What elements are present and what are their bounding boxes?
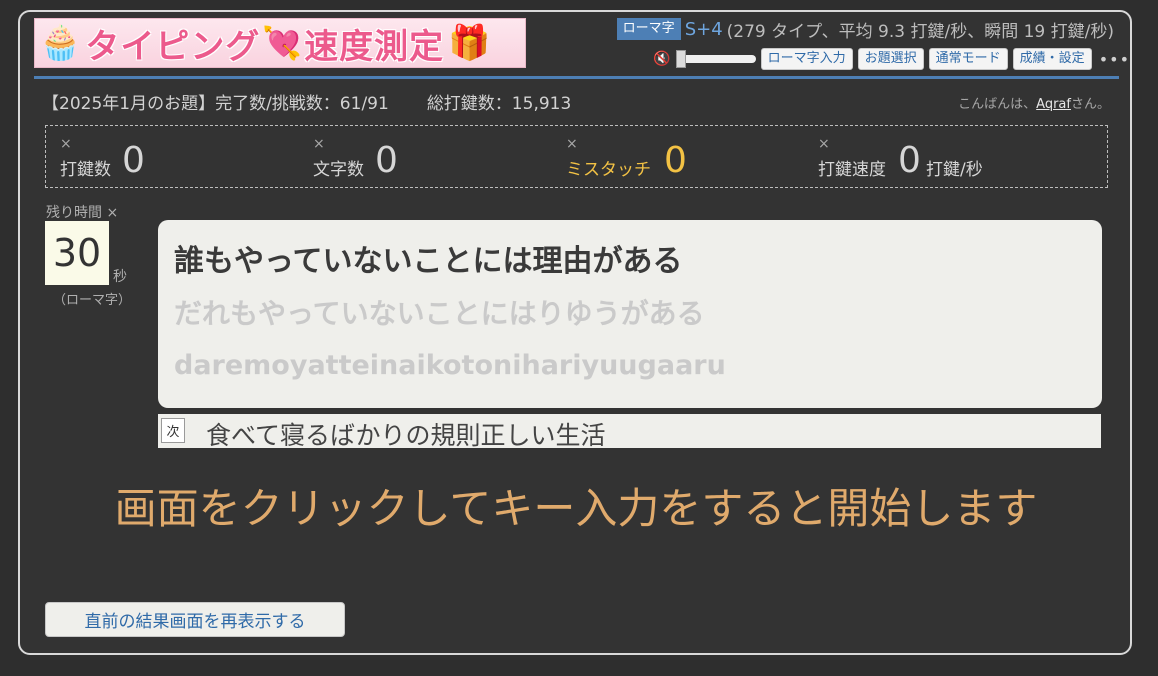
- site-logo[interactable]: 🧁 タイピング 💘 速度測定 🎁: [34, 18, 526, 68]
- next-prompt-text: 食べて寝るばかりの規則正しい生活: [206, 421, 606, 450]
- rank-detail: (279 タイプ、平均 9.3 打鍵/秒、瞬間 19 打鍵/秒): [726, 21, 1114, 42]
- greeting: こんばんは、Aqrafさん。: [958, 93, 1110, 112]
- rank-summary: ローマ字 S+4 (279 タイプ、平均 9.3 打鍵/秒、瞬間 19 打鍵/秒…: [616, 17, 1114, 42]
- next-prompt: 次 食べて寝るばかりの規則正しい生活: [158, 414, 1101, 450]
- more-menu-icon[interactable]: •••: [1099, 50, 1130, 69]
- timer-value: 30: [45, 221, 109, 285]
- monthly-challenge: 【2025年1月のお題】完了数/挑戦数：61/91: [42, 94, 389, 114]
- challenge-info: 【2025年1月のお題】完了数/挑戦数：61/91 総打鍵数：15,913: [42, 89, 571, 114]
- total-keystrokes: 総打鍵数：15,913: [426, 94, 572, 114]
- close-icon[interactable]: ×: [313, 136, 325, 152]
- start-message[interactable]: 画面をクリックしてキー入力をすると開始します: [0, 475, 1152, 536]
- prompt-kana: だれもやっていないことにはりゆうがある: [174, 297, 705, 330]
- stat-label: 打鍵速度: [818, 160, 886, 180]
- timer-unit: 秒: [113, 269, 127, 285]
- input-mode-badge: ローマ字: [616, 18, 681, 40]
- stats-panel: × 打鍵数 0 × 文字数 0 × ミスタッチ 0 × 打鍵速度 0 打鍵/秒: [45, 125, 1108, 188]
- close-icon[interactable]: ×: [818, 136, 830, 152]
- close-icon[interactable]: ×: [566, 136, 578, 152]
- close-icon[interactable]: ×: [60, 136, 72, 152]
- stat-value: 0: [898, 140, 921, 181]
- prompt-main-text: 誰もやっていないことには理由がある: [174, 244, 683, 279]
- volume-knob[interactable]: [675, 50, 686, 68]
- logo-text-right: 速度測定: [304, 26, 445, 67]
- typing-prompt[interactable]: 誰もやっていないことには理由がある だれもやっていないことにはりゆうがある da…: [158, 220, 1102, 408]
- stat-value: 0: [122, 140, 145, 181]
- heart-arrow-icon: 💘: [262, 24, 303, 62]
- select-topic-button[interactable]: お題選択: [857, 48, 924, 70]
- speaker-mute-icon[interactable]: 🔇: [653, 51, 670, 67]
- results-settings-button[interactable]: 成績・設定: [1012, 48, 1092, 70]
- timer-label[interactable]: 残り時間 ×: [46, 202, 118, 222]
- stat-value: 0: [664, 140, 687, 181]
- greeting-suffix: さん。: [1070, 97, 1110, 112]
- header-divider: [34, 76, 1119, 79]
- prompt-romaji: daremoyatteinaikotonihariyuugaaru: [174, 350, 726, 381]
- stat-unit: 打鍵/秒: [926, 160, 983, 180]
- header-controls: 🔇 ローマ字入力 お題選択 通常モード 成績・設定 •••: [653, 47, 1130, 71]
- stat-label: 打鍵数: [60, 160, 111, 180]
- volume-slider[interactable]: [675, 50, 756, 68]
- stat-label: 文字数: [313, 160, 364, 180]
- romaji-input-button[interactable]: ローマ字入力: [760, 48, 853, 70]
- user-link[interactable]: Aqraf: [1036, 97, 1071, 112]
- normal-mode-button[interactable]: 通常モード: [928, 48, 1008, 70]
- greeting-prefix: こんばんは、: [958, 97, 1037, 112]
- stat-value: 0: [375, 140, 398, 181]
- rank-value: S+4: [684, 18, 723, 40]
- replay-results-button[interactable]: 直前の結果画面を再表示する: [45, 602, 345, 637]
- stat-label: ミスタッチ: [566, 160, 651, 180]
- cupcake-icon: 🧁: [39, 23, 82, 63]
- gift-icon: 🎁: [448, 23, 491, 63]
- logo-text-left: タイピング: [85, 26, 261, 67]
- next-tag: 次: [161, 418, 185, 443]
- timer-note: （ローマ字）: [53, 293, 132, 308]
